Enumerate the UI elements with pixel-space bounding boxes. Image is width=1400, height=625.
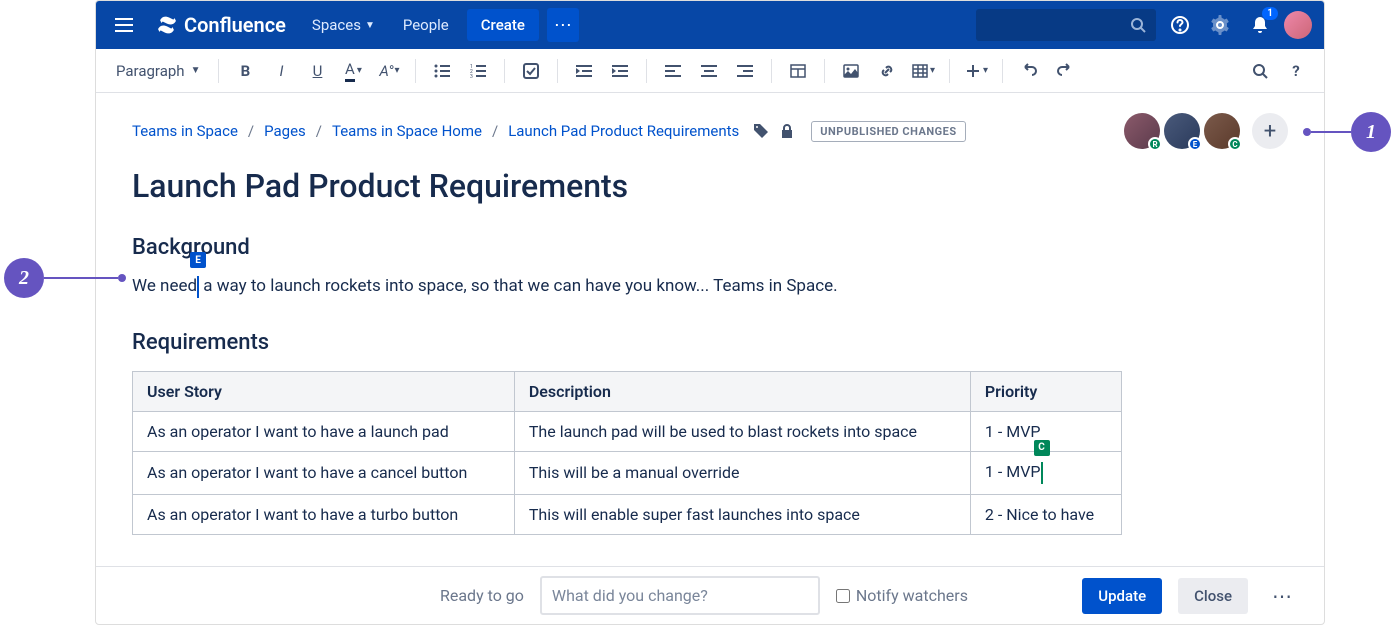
table-header[interactable]: Priority <box>970 371 1121 411</box>
svg-text:3: 3 <box>470 74 473 79</box>
app-switcher-icon[interactable] <box>108 9 140 41</box>
page-title[interactable]: Launch Pad Product Requirements <box>132 167 1288 205</box>
align-center-button[interactable] <box>693 55 725 87</box>
collaborator-avatar[interactable]: E <box>1164 113 1200 149</box>
table-row[interactable]: As an operator I want to have a turbo bu… <box>133 494 1122 534</box>
section-background-heading[interactable]: Background <box>132 235 1288 260</box>
search-input[interactable] <box>976 9 1156 41</box>
annotation-callout-1: 1 <box>1303 112 1391 152</box>
more-formatting-button[interactable]: A°▾ <box>373 55 405 87</box>
create-more-button[interactable]: ⋯ <box>547 8 579 42</box>
brand-label: Confluence <box>184 13 286 37</box>
breadcrumb-item[interactable]: Teams in Space <box>132 122 238 140</box>
collaborators: R E C + <box>1124 113 1288 149</box>
table-button[interactable]: ▾ <box>907 55 939 87</box>
change-comment-input[interactable] <box>540 576 820 615</box>
number-list-button[interactable]: 123 <box>462 55 494 87</box>
status-text: Ready to go <box>440 586 524 605</box>
bold-button[interactable]: B <box>229 55 261 87</box>
find-button[interactable] <box>1244 55 1276 87</box>
collaborator-avatar[interactable]: C <box>1204 113 1240 149</box>
align-right-button[interactable] <box>729 55 761 87</box>
notification-badge: 1 <box>1262 7 1278 20</box>
search-icon <box>1130 17 1146 33</box>
collab-cursor-c: C <box>1041 462 1043 484</box>
table-header[interactable]: Description <box>514 371 970 411</box>
background-paragraph[interactable]: We needE a way to launch rockets into sp… <box>132 274 1288 300</box>
collab-cursor-e: E <box>197 274 199 300</box>
undo-button[interactable] <box>1013 55 1045 87</box>
confluence-logo-icon <box>156 14 178 36</box>
close-button[interactable]: Close <box>1178 578 1248 614</box>
indent-button[interactable] <box>604 55 636 87</box>
table-header-row: User Story Description Priority <box>133 371 1122 411</box>
underline-button[interactable]: U <box>301 55 333 87</box>
notify-watchers-checkbox[interactable]: Notify watchers <box>836 586 968 605</box>
table-header[interactable]: User Story <box>133 371 515 411</box>
chevron-down-icon: ▼ <box>365 20 375 31</box>
notifications-icon[interactable]: 1 <box>1244 9 1276 41</box>
editor-content[interactable]: Teams in Space / Pages / Teams in Space … <box>96 93 1324 566</box>
add-collaborator-button[interactable]: + <box>1252 113 1288 149</box>
breadcrumb-item[interactable]: Teams in Space Home <box>332 122 482 140</box>
image-button[interactable] <box>835 55 867 87</box>
annotation-callout-2: 2 <box>4 258 126 298</box>
nav-spaces[interactable]: Spaces ▼ <box>302 10 385 40</box>
editor-footer: Ready to go Notify watchers Update Close… <box>96 566 1324 624</box>
nav-people[interactable]: People <box>393 10 459 40</box>
help-icon[interactable] <box>1164 9 1196 41</box>
editor-help-button[interactable]: ? <box>1280 55 1312 87</box>
labels-icon[interactable] <box>753 123 769 139</box>
brand[interactable]: Confluence <box>156 13 286 37</box>
outdent-button[interactable] <box>568 55 600 87</box>
restrictions-icon[interactable] <box>779 123 795 139</box>
section-requirements-heading[interactable]: Requirements <box>132 330 1288 355</box>
table-row[interactable]: As an operator I want to have a cancel b… <box>133 451 1122 494</box>
editor-toolbar: Paragraph ▼ B I U A▾ A°▾ 123 ▾ ▾ ? <box>96 49 1324 93</box>
create-button[interactable]: Create <box>467 9 539 41</box>
collaborator-avatar[interactable]: R <box>1124 113 1160 149</box>
chevron-down-icon: ▼ <box>191 65 201 76</box>
align-left-button[interactable] <box>657 55 689 87</box>
table-row[interactable]: As an operator I want to have a launch p… <box>133 411 1122 451</box>
requirements-table[interactable]: User Story Description Priority As an op… <box>132 371 1122 535</box>
top-navigation: Confluence Spaces ▼ People Create ⋯ 1 <box>96 1 1324 49</box>
breadcrumb-item[interactable]: Pages <box>264 122 306 140</box>
insert-button[interactable]: ▾ <box>960 55 992 87</box>
text-color-button[interactable]: A▾ <box>337 55 369 87</box>
user-avatar[interactable] <box>1284 11 1312 39</box>
bullet-list-button[interactable] <box>426 55 458 87</box>
unpublished-badge: UNPUBLISHED CHANGES <box>811 121 965 142</box>
format-dropdown[interactable]: Paragraph ▼ <box>108 58 208 84</box>
breadcrumb-item[interactable]: Launch Pad Product Requirements <box>508 122 739 140</box>
italic-button[interactable]: I <box>265 55 297 87</box>
more-actions-button[interactable]: ⋯ <box>1264 578 1300 614</box>
settings-icon[interactable] <box>1204 9 1236 41</box>
link-button[interactable] <box>871 55 903 87</box>
update-button[interactable]: Update <box>1082 578 1162 614</box>
layout-button[interactable] <box>782 55 814 87</box>
breadcrumb-row: Teams in Space / Pages / Teams in Space … <box>132 113 1288 149</box>
task-list-button[interactable] <box>515 55 547 87</box>
redo-button[interactable] <box>1049 55 1081 87</box>
